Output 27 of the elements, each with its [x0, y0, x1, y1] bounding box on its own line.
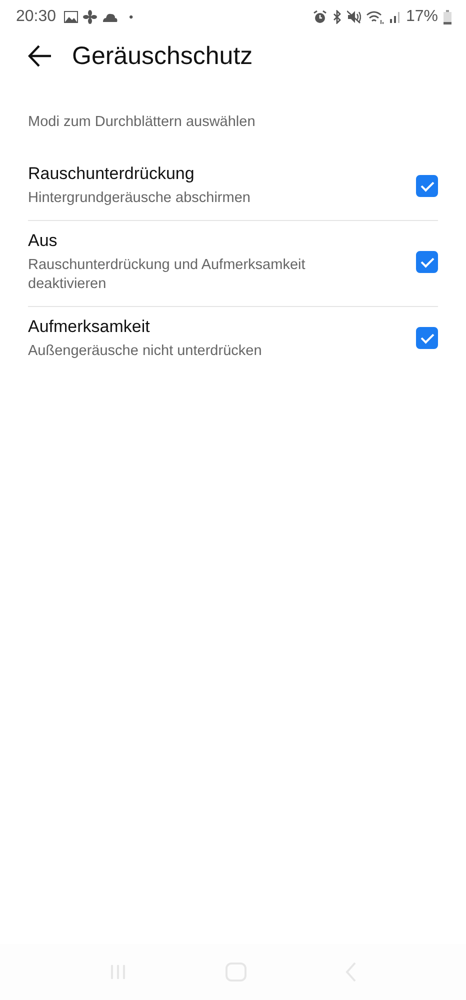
battery-percent: 17%	[406, 8, 438, 26]
back-button[interactable]	[28, 45, 52, 67]
option-item[interactable]: Rauschunterdrückung Hintergrundgeräusche abschirmen	[0, 154, 466, 220]
option-item[interactable]: Aufmerksamkeit Außengeräusche nicht unterdrücken	[0, 306, 466, 372]
mute-icon	[346, 10, 361, 24]
checkbox[interactable]	[416, 327, 438, 350]
cloud-icon	[102, 12, 118, 22]
wifi-icon	[366, 10, 384, 24]
option-description: Rauschunterdrückung und Aufmerksamkeit deaktivieren	[28, 256, 306, 294]
checkbox[interactable]	[416, 251, 438, 274]
option-description: Hintergrundgeräusche abschirmen	[28, 189, 252, 208]
fan-icon	[83, 10, 98, 24]
option-title: Rauschunterdrückung	[28, 164, 196, 184]
section-label: Modi zum Durchblättern auswählen	[27, 113, 256, 130]
bluetooth-icon	[332, 10, 342, 24]
battery-icon	[443, 10, 452, 24]
signal-icon	[388, 11, 401, 23]
alarm-icon	[312, 10, 327, 24]
option-description: Außengeräusche nicht unterdrücken	[28, 342, 263, 360]
screen-title: Geräuschschutz	[72, 42, 253, 70]
notification-dot: •	[129, 10, 134, 24]
option-item[interactable]: Aus Rauschunterdrückung und Aufmerksamkeit deaktivieren	[0, 220, 466, 306]
image-icon	[64, 11, 78, 23]
status-time: 20:30	[16, 8, 56, 26]
option-title: Aus	[28, 230, 58, 251]
option-title: Aufmerksamkeit	[28, 316, 151, 337]
checkbox[interactable]	[416, 174, 438, 197]
